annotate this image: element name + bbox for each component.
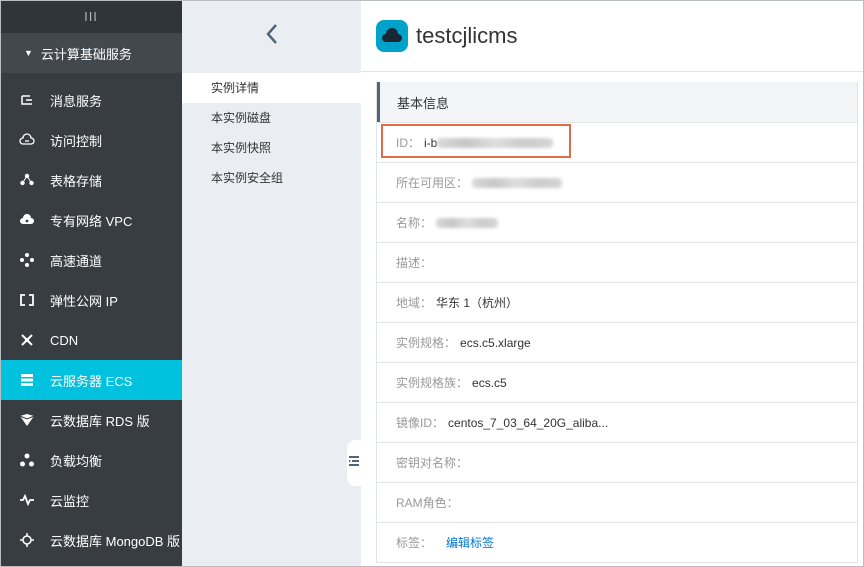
keypair-label: 密钥对名称：: [396, 456, 469, 470]
sidebar-item-label: 访问控制: [50, 133, 103, 149]
sidebar-item-monitor[interactable]: 云监控: [0, 480, 182, 520]
server-icon: [18, 371, 36, 389]
sidebar-item-label: 弹性公网 IP: [50, 293, 118, 309]
name-value: [436, 216, 499, 230]
sidebar-collapse-toggle[interactable]: III: [0, 0, 182, 33]
subnav-item-instance-disks[interactable]: 本实例磁盘: [182, 103, 361, 133]
back-button[interactable]: [182, 0, 361, 73]
sidebar-item-label: CDN: [50, 332, 79, 348]
edit-tags-link[interactable]: 编辑标签: [446, 534, 494, 551]
detail-row-description: 描述：: [377, 242, 857, 282]
sidebar-group-header[interactable]: ▼ 云计算基础服务: [0, 33, 182, 73]
page-title: testcjlicms: [416, 22, 518, 48]
sidebar-item-eip[interactable]: 弹性公网 IP: [0, 280, 182, 320]
subnav-item-instance-details[interactable]: 实例详情: [182, 73, 361, 103]
redacted-blur: [472, 178, 563, 189]
sidebar-item-label: 云数据库 RDS 版: [50, 413, 150, 429]
sidebar-item-label: 表格存储: [50, 173, 103, 189]
sidebar-item-label: 高速通道: [50, 253, 103, 269]
sidebar-item-message-service[interactable]: 消息服务: [0, 80, 182, 120]
sidebar-item-rds[interactable]: 云数据库 RDS 版: [0, 400, 182, 440]
region-label: 地域：: [396, 296, 433, 310]
cdn-icon: [18, 331, 36, 349]
sidebar-item-mongodb[interactable]: 云数据库 MongoDB 版: [0, 520, 182, 560]
detail-row-instance-family: 实例规格族： ecs.c5: [377, 362, 857, 402]
ram-role-label: RAM角色：: [396, 496, 459, 510]
sidebar-item-express-connect[interactable]: 高速通道: [0, 240, 182, 280]
monitor-icon: [18, 491, 36, 509]
rds-icon: [18, 411, 36, 429]
detail-row-region: 地域： 华东 1（杭州）: [377, 282, 857, 322]
instance-family-label: 实例规格族：: [396, 376, 469, 390]
express-connect-icon: [18, 251, 36, 269]
name-label: 名称：: [396, 216, 433, 230]
sidebar-item-label: 云服务器 ECS: [50, 373, 133, 389]
detail-row-instance-type: 实例规格： ecs.c5.xlarge: [377, 322, 857, 362]
subnav-item-instance-snapshots[interactable]: 本实例快照: [182, 133, 361, 163]
detail-row-keypair: 密钥对名称：: [377, 442, 857, 482]
sidebar-item-vpc[interactable]: 专有网络 VPC: [0, 200, 182, 240]
detail-row-name: 名称：: [377, 202, 857, 242]
sidebar-group-label: 云计算基础服务: [40, 46, 132, 62]
subnav-item-instance-security-groups[interactable]: 本实例安全组: [182, 163, 361, 193]
instance-type-value: ecs.c5.xlarge: [460, 335, 531, 350]
zone-value: [472, 176, 563, 190]
load-balancer-icon: [18, 451, 36, 469]
detail-row-image-id: 镜像ID： centos_7_03_64_20G_aliba...: [377, 402, 857, 442]
section-title: 基本信息: [377, 82, 857, 122]
sidebar-item-label: 云数据库 MongoDB 版: [50, 533, 181, 549]
sidebar-item-load-balancer[interactable]: 负载均衡: [0, 440, 182, 480]
zone-label: 所在可用区：: [396, 176, 469, 190]
instance-subnav: 实例详情 本实例磁盘 本实例快照 本实例安全组: [182, 0, 361, 567]
sidebar-item-label: 负载均衡: [50, 453, 103, 469]
sidebar-item-label: 专有网络 VPC: [50, 213, 133, 229]
detail-row-ram-role: RAM角色：: [377, 482, 857, 522]
description-label: 描述：: [396, 256, 433, 270]
sidebar-item-label: 云监控: [50, 493, 90, 509]
list-collapse-icon: [348, 454, 360, 472]
image-id-label: 镜像ID：: [396, 416, 445, 430]
tags-label: 标签：: [396, 536, 433, 550]
sidebar-item-table-store[interactable]: 表格存储: [0, 160, 182, 200]
detail-row-tags: 标签： 编辑标签: [377, 522, 857, 562]
caret-down-icon: ▼: [24, 48, 33, 58]
region-value: 华东 1（杭州）: [436, 296, 519, 310]
table-store-icon: [18, 171, 36, 189]
mongodb-icon: [18, 531, 36, 549]
cloud-key-icon: [18, 131, 36, 149]
sidebar-item-ecs[interactable]: 云服务器 ECS: [0, 360, 182, 400]
sidebar-item-cdn[interactable]: CDN: [0, 320, 182, 360]
redacted-blur: [436, 218, 499, 229]
chevron-left-icon: [265, 23, 279, 50]
instance-family-value: ecs.c5: [472, 375, 507, 390]
sidebar-item-label: 消息服务: [50, 93, 103, 109]
main-content: testcjlicms 基本信息 ID： i-b 所在可用区： 名称： 描述： …: [361, 0, 864, 567]
product-sidebar: III ▼ 云计算基础服务 消息服务 访问控制 表格存储 专有网络 VPC 高速…: [0, 0, 182, 567]
subnav-collapse-toggle[interactable]: [347, 440, 361, 486]
message-icon: [18, 91, 36, 109]
detail-row-zone: 所在可用区：: [377, 162, 857, 202]
image-id-value: centos_7_03_64_20G_aliba...: [448, 415, 609, 430]
id-highlight-box: [381, 124, 571, 158]
eip-icon: [18, 291, 36, 309]
instance-type-label: 实例规格：: [396, 336, 457, 350]
page-header: testcjlicms: [361, 0, 864, 72]
ecs-logo-icon: [376, 19, 408, 52]
cloud-network-icon: [18, 211, 36, 229]
sidebar-collapse-glyph: III: [84, 9, 98, 24]
sidebar-item-access-control[interactable]: 访问控制: [0, 120, 182, 160]
